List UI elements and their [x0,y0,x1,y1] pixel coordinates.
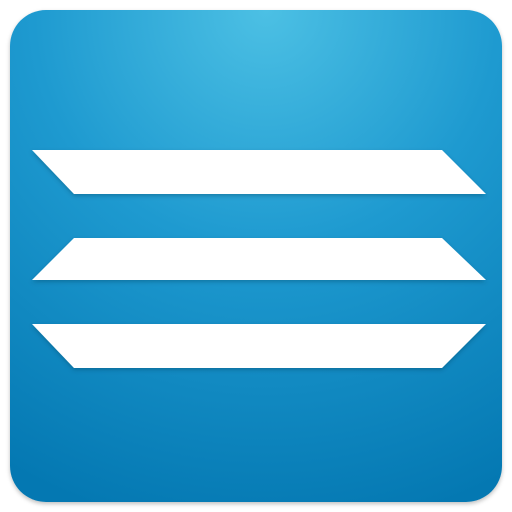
menu-bar-middle [32,238,486,280]
menu-bar-top [32,150,486,194]
menu-glyph [32,150,486,368]
menu-bar-bottom [32,324,486,368]
canvas [0,0,512,512]
app-icon[interactable] [10,10,502,502]
menu-lines-icon [10,10,502,502]
